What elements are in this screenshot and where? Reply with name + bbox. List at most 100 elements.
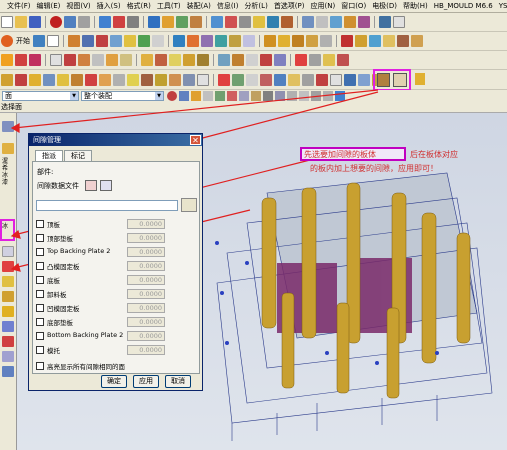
wrap-icon[interactable] [411,35,423,47]
mould-tool-icon[interactable] [197,73,209,86]
trim-icon[interactable] [306,35,318,47]
polygon-icon[interactable] [64,54,76,66]
mirror-icon[interactable] [243,35,255,47]
analysis-icon[interactable] [162,16,174,28]
assembly-navigator-icon[interactable] [2,121,14,132]
sew-icon[interactable] [369,35,381,47]
wrap-curve-icon[interactable] [197,54,209,66]
filter-icon[interactable] [215,91,225,101]
revolve-icon[interactable] [82,35,94,47]
menu-hb-mould[interactable]: HB_MOULD M6.6 [431,2,496,10]
save-icon[interactable] [29,16,41,28]
system-materials-icon[interactable] [2,261,14,272]
point-icon[interactable] [1,54,13,66]
web-browser-icon[interactable] [2,306,14,317]
intersect-icon[interactable] [292,35,304,47]
chevron-down-icon[interactable]: ▼ [70,92,78,100]
ok-button[interactable]: 确定 [101,375,127,388]
render-icon[interactable] [225,16,237,28]
part-navigator-icon[interactable] [2,143,14,154]
mould-tool-icon[interactable] [71,73,83,86]
extrude-icon[interactable] [68,35,80,47]
history-icon[interactable] [2,246,14,257]
plate-checkbox[interactable] [36,234,44,242]
menu-electrode[interactable]: 电极(D) [369,1,400,11]
menu-help[interactable]: 帮助(H) [400,1,431,11]
menu-file[interactable]: 文件(F) [4,1,34,11]
curve-misc-icon[interactable] [309,54,321,66]
resource-misc-icon[interactable] [2,366,14,377]
draft-icon[interactable] [215,35,227,47]
spline-icon[interactable] [92,54,104,66]
roles-icon[interactable] [2,276,14,287]
filter-icon[interactable] [239,91,249,101]
mould-tool-icon[interactable] [99,73,111,86]
mould-tool-icon[interactable] [302,73,314,86]
display-icon[interactable] [99,16,111,28]
boss-icon[interactable] [110,35,122,47]
plate-checkbox[interactable] [36,332,44,340]
subtract-icon[interactable] [278,35,290,47]
slot-icon[interactable] [152,35,164,47]
split-icon[interactable] [320,35,332,47]
thicken-icon[interactable] [355,35,367,47]
tab-mark[interactable]: 标记 [64,150,92,161]
fillet-curve-icon[interactable] [260,54,272,66]
shell-icon[interactable] [201,35,213,47]
menu-analysis[interactable]: 分析(L) [241,1,270,11]
rectangle-icon[interactable] [47,35,59,47]
mould-tool-icon[interactable] [155,73,167,86]
menu-insert[interactable]: 插入(S) [94,1,124,11]
mould-tool-icon[interactable] [141,73,153,86]
plate-checkbox[interactable] [36,290,44,298]
clearance-value-field[interactable]: 0.0000 [127,289,165,299]
filter-icon[interactable] [191,91,201,101]
curve-misc-icon[interactable] [323,54,335,66]
tab-assign[interactable]: 指派 [35,150,63,161]
mould-extra-icon[interactable] [415,73,425,85]
mould-tool-icon[interactable] [85,73,97,86]
mould-tool-icon[interactable] [232,73,244,86]
plate-checkbox[interactable] [36,346,44,354]
visualization-icon[interactable] [2,351,14,362]
grid-icon[interactable] [78,16,90,28]
filter-icon[interactable] [299,91,309,101]
menu-view[interactable]: 视图(V) [63,1,93,11]
palette-icon[interactable] [2,291,14,302]
view-icon[interactable] [211,16,223,28]
mould-tool-icon[interactable] [43,73,55,86]
mould-tool-icon[interactable] [169,73,181,86]
measure-icon[interactable] [176,16,188,28]
tool-icon[interactable] [113,16,125,28]
apply-button[interactable]: 应用 [133,375,159,388]
edit-curve-icon[interactable] [218,54,230,66]
info-icon[interactable] [148,16,160,28]
filter-icon[interactable] [275,91,285,101]
record-icon[interactable] [50,16,62,28]
clearance-value-field[interactable]: 0.0000 [127,303,165,313]
shade-icon[interactable] [302,16,314,28]
section-icon[interactable] [344,16,356,28]
close-icon[interactable]: ✕ [190,135,201,145]
scope-select[interactable]: 整个装配 ▼ [81,91,164,101]
curve-misc-icon[interactable] [337,54,349,66]
replace-icon[interactable] [397,35,409,47]
line-icon[interactable] [15,54,27,66]
highlight-same-clearance-checkbox[interactable] [36,362,44,370]
sketch-icon[interactable] [33,35,45,47]
mould-tool-icon[interactable] [274,73,286,86]
plate-checkbox[interactable] [36,304,44,312]
mould-tool-icon[interactable] [57,73,69,86]
clearance-tool-icon[interactable] [377,73,390,87]
wireframe-icon[interactable] [316,16,328,28]
misc-icon[interactable] [393,16,405,28]
layer-icon[interactable] [127,16,139,28]
edit-data-file-icon[interactable] [85,180,97,191]
arc-icon[interactable] [29,54,41,66]
plate-checkbox[interactable] [36,262,44,270]
clearance-value-field[interactable]: 0.0000 [127,261,165,271]
menu-format[interactable]: 格式(R) [124,1,154,11]
mould-tool-icon[interactable] [183,73,195,86]
new-icon[interactable] [1,16,13,28]
snap-icon[interactable] [167,91,177,101]
